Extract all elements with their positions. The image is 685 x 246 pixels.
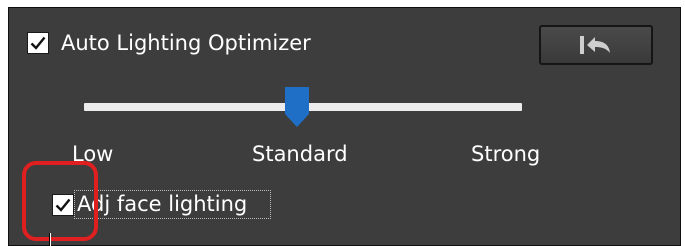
- auto-lighting-checkbox[interactable]: [27, 32, 49, 54]
- auto-lighting-label: Auto Lighting Optimizer: [61, 31, 311, 55]
- level-label-strong: Strong: [471, 142, 541, 166]
- lighting-strength-slider-thumb[interactable]: [283, 87, 311, 127]
- text-cursor-icon: [49, 233, 51, 246]
- lighting-settings-panel: Auto Lighting Optimizer Low Standard Str…: [8, 7, 681, 246]
- reset-to-default-icon: [580, 36, 610, 54]
- face-lighting-focus-outline[interactable]: Adj face lighting: [74, 190, 271, 219]
- face-lighting-label: Adj face lighting: [77, 192, 248, 216]
- checkmark-icon: [30, 36, 46, 50]
- reset-button[interactable]: [539, 25, 653, 65]
- level-label-standard: Standard: [252, 142, 348, 166]
- highlight-annotation: [22, 161, 98, 241]
